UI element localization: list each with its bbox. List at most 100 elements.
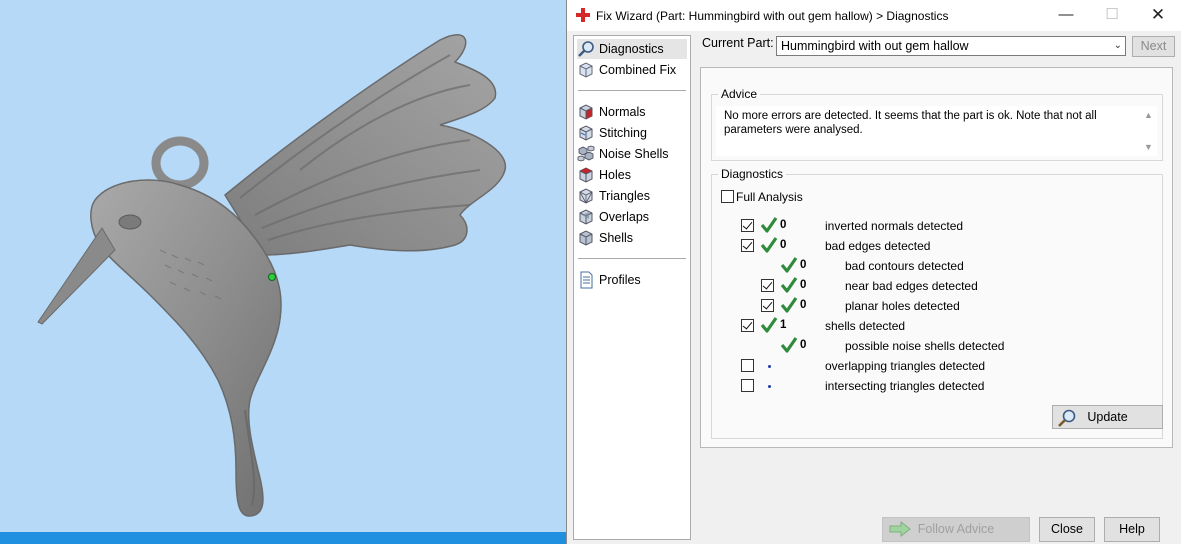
scroll-up-icon[interactable]: ▲ <box>1144 110 1153 120</box>
magnifier-icon <box>1058 409 1076 427</box>
diag-label: bad edges detected <box>825 239 931 253</box>
nav-item-overlaps[interactable]: Overlaps <box>577 207 687 227</box>
nav-item-noise-shells[interactable]: Noise Shells <box>577 144 687 164</box>
current-part-value: Hummingbird with out gem hallow <box>781 39 969 53</box>
diag-count: 0 <box>780 239 787 251</box>
nav-item-stitching[interactable]: Stitching <box>577 123 687 143</box>
window-title: Fix Wizard (Part: Hummingbird with out g… <box>596 9 949 23</box>
viewport-bottom-strip <box>0 532 566 544</box>
stitching-cube-icon <box>579 125 593 141</box>
medical-cross-icon <box>576 8 590 22</box>
inverted-normals-checkbox[interactable] <box>741 219 754 232</box>
nav-item-label: Combined Fix <box>599 63 677 77</box>
diagnostics-legend: Diagnostics <box>718 167 787 181</box>
diagnostics-panel: Advice No more errors are detected. It s… <box>700 67 1173 448</box>
close-button[interactable]: Close <box>1039 517 1095 542</box>
minimize-button[interactable]: — <box>1043 0 1089 31</box>
diag-count: 0 <box>800 279 807 291</box>
intersecting-triangles-checkbox[interactable] <box>741 379 754 392</box>
current-part-select[interactable]: Hummingbird with out gem hallow ⌄ <box>776 36 1126 56</box>
planar-holes-checkbox[interactable] <box>761 299 774 312</box>
diag-label: shells detected <box>825 319 906 333</box>
diag-label: possible noise shells detected <box>845 339 1005 353</box>
overlaps-cube-icon <box>579 209 593 225</box>
fix-wizard-dialog: Fix Wizard (Part: Hummingbird with out g… <box>566 0 1181 544</box>
wizard-nav-panel: Diagnostics Combined Fix Normals Stitchi… <box>573 35 691 540</box>
diag-row-noise-shells: 0 possible noise shells detected <box>712 337 1152 355</box>
full-analysis-label: Full Analysis <box>736 190 803 204</box>
nav-item-holes[interactable]: Holes <box>577 165 687 185</box>
shells-cube-icon <box>579 230 593 246</box>
advice-scrollbar[interactable]: ▲ ▼ <box>1140 106 1157 156</box>
advice-legend: Advice <box>718 87 761 101</box>
diag-row-bad-edges: 0 bad edges detected <box>712 237 1152 255</box>
overlapping-triangles-checkbox[interactable] <box>741 359 754 372</box>
nav-separator <box>578 90 686 91</box>
nav-item-label: Overlaps <box>599 210 650 224</box>
close-window-button[interactable]: ✕ <box>1135 0 1181 31</box>
nav-item-label: Normals <box>599 105 646 119</box>
nav-item-triangles[interactable]: Triangles <box>577 186 687 206</box>
diag-label: inverted normals detected <box>825 219 964 233</box>
bad-edges-checkbox[interactable] <box>741 239 754 252</box>
diag-count: 0 <box>800 299 807 311</box>
diag-label: bad contours detected <box>845 259 964 273</box>
check-ok-icon <box>780 337 798 353</box>
diag-row-shells: 1 shells detected <box>712 317 1152 335</box>
nav-item-diagnostics[interactable]: Diagnostics <box>577 39 687 59</box>
nav-separator <box>578 258 686 259</box>
chevron-down-icon: ⌄ <box>1113 40 1122 51</box>
advice-text: No more errors are detected. It seems th… <box>724 110 1097 136</box>
check-ok-icon <box>760 237 778 253</box>
magnifier-icon <box>578 41 594 57</box>
diag-count: 0 <box>800 259 807 271</box>
help-button[interactable]: Help <box>1104 517 1160 542</box>
diag-label: planar holes detected <box>845 299 960 313</box>
nav-item-profiles[interactable]: Profiles <box>577 270 687 290</box>
update-button[interactable]: Update <box>1052 405 1163 429</box>
current-part-label: Current Part: <box>702 36 774 50</box>
normals-cube-icon <box>579 104 593 120</box>
next-button[interactable]: Next <box>1132 36 1175 57</box>
nav-item-label: Triangles <box>599 189 650 203</box>
nav-item-label: Diagnostics <box>599 42 664 56</box>
holes-cube-icon <box>579 167 593 183</box>
3d-viewport[interactable] <box>0 0 566 544</box>
diag-row-intersecting-triangles: intersecting triangles detected <box>712 377 1152 395</box>
nav-item-combined-fix[interactable]: Combined Fix <box>577 60 687 80</box>
diag-label: intersecting triangles detected <box>825 379 985 393</box>
pending-dot-icon <box>768 385 771 388</box>
nav-item-label: Stitching <box>599 126 647 140</box>
diag-row-inverted-normals: 0 inverted normals detected <box>712 217 1152 235</box>
triangles-cube-icon <box>579 188 593 204</box>
pending-dot-icon <box>768 365 771 368</box>
diag-row-bad-contours: 0 bad contours detected <box>712 257 1152 275</box>
arrow-right-icon <box>889 521 911 537</box>
check-ok-icon <box>760 217 778 233</box>
diag-label: overlapping triangles detected <box>825 359 986 373</box>
title-bar: Fix Wizard (Part: Hummingbird with out g… <box>567 0 1181 31</box>
check-ok-icon <box>780 297 798 313</box>
follow-advice-button[interactable]: Follow Advice <box>882 517 1030 542</box>
maximize-button[interactable]: ☐ <box>1089 0 1135 31</box>
check-ok-icon <box>780 257 798 273</box>
document-icon <box>580 271 593 289</box>
nav-item-label: Shells <box>599 231 634 245</box>
diag-row-planar-holes: 0 planar holes detected <box>712 297 1152 315</box>
advice-text-box: No more errors are detected. It seems th… <box>716 106 1157 156</box>
diag-row-overlapping-triangles: overlapping triangles detected <box>712 357 1152 375</box>
diag-row-near-bad-edges: 0 near bad edges detected <box>712 277 1152 295</box>
nav-item-label: Holes <box>599 168 631 182</box>
diag-label: near bad edges detected <box>845 279 978 293</box>
full-analysis-checkbox[interactable] <box>721 190 734 203</box>
noise-shells-icon <box>577 145 595 162</box>
near-bad-edges-checkbox[interactable] <box>761 279 774 292</box>
check-ok-icon <box>760 317 778 333</box>
advice-group: Advice No more errors are detected. It s… <box>711 87 1163 161</box>
nav-item-shells[interactable]: Shells <box>577 228 687 248</box>
diag-count: 0 <box>780 219 787 231</box>
scroll-down-icon[interactable]: ▼ <box>1144 142 1153 152</box>
nav-item-normals[interactable]: Normals <box>577 102 687 122</box>
update-label: Update <box>1087 410 1128 424</box>
shells-checkbox[interactable] <box>741 319 754 332</box>
